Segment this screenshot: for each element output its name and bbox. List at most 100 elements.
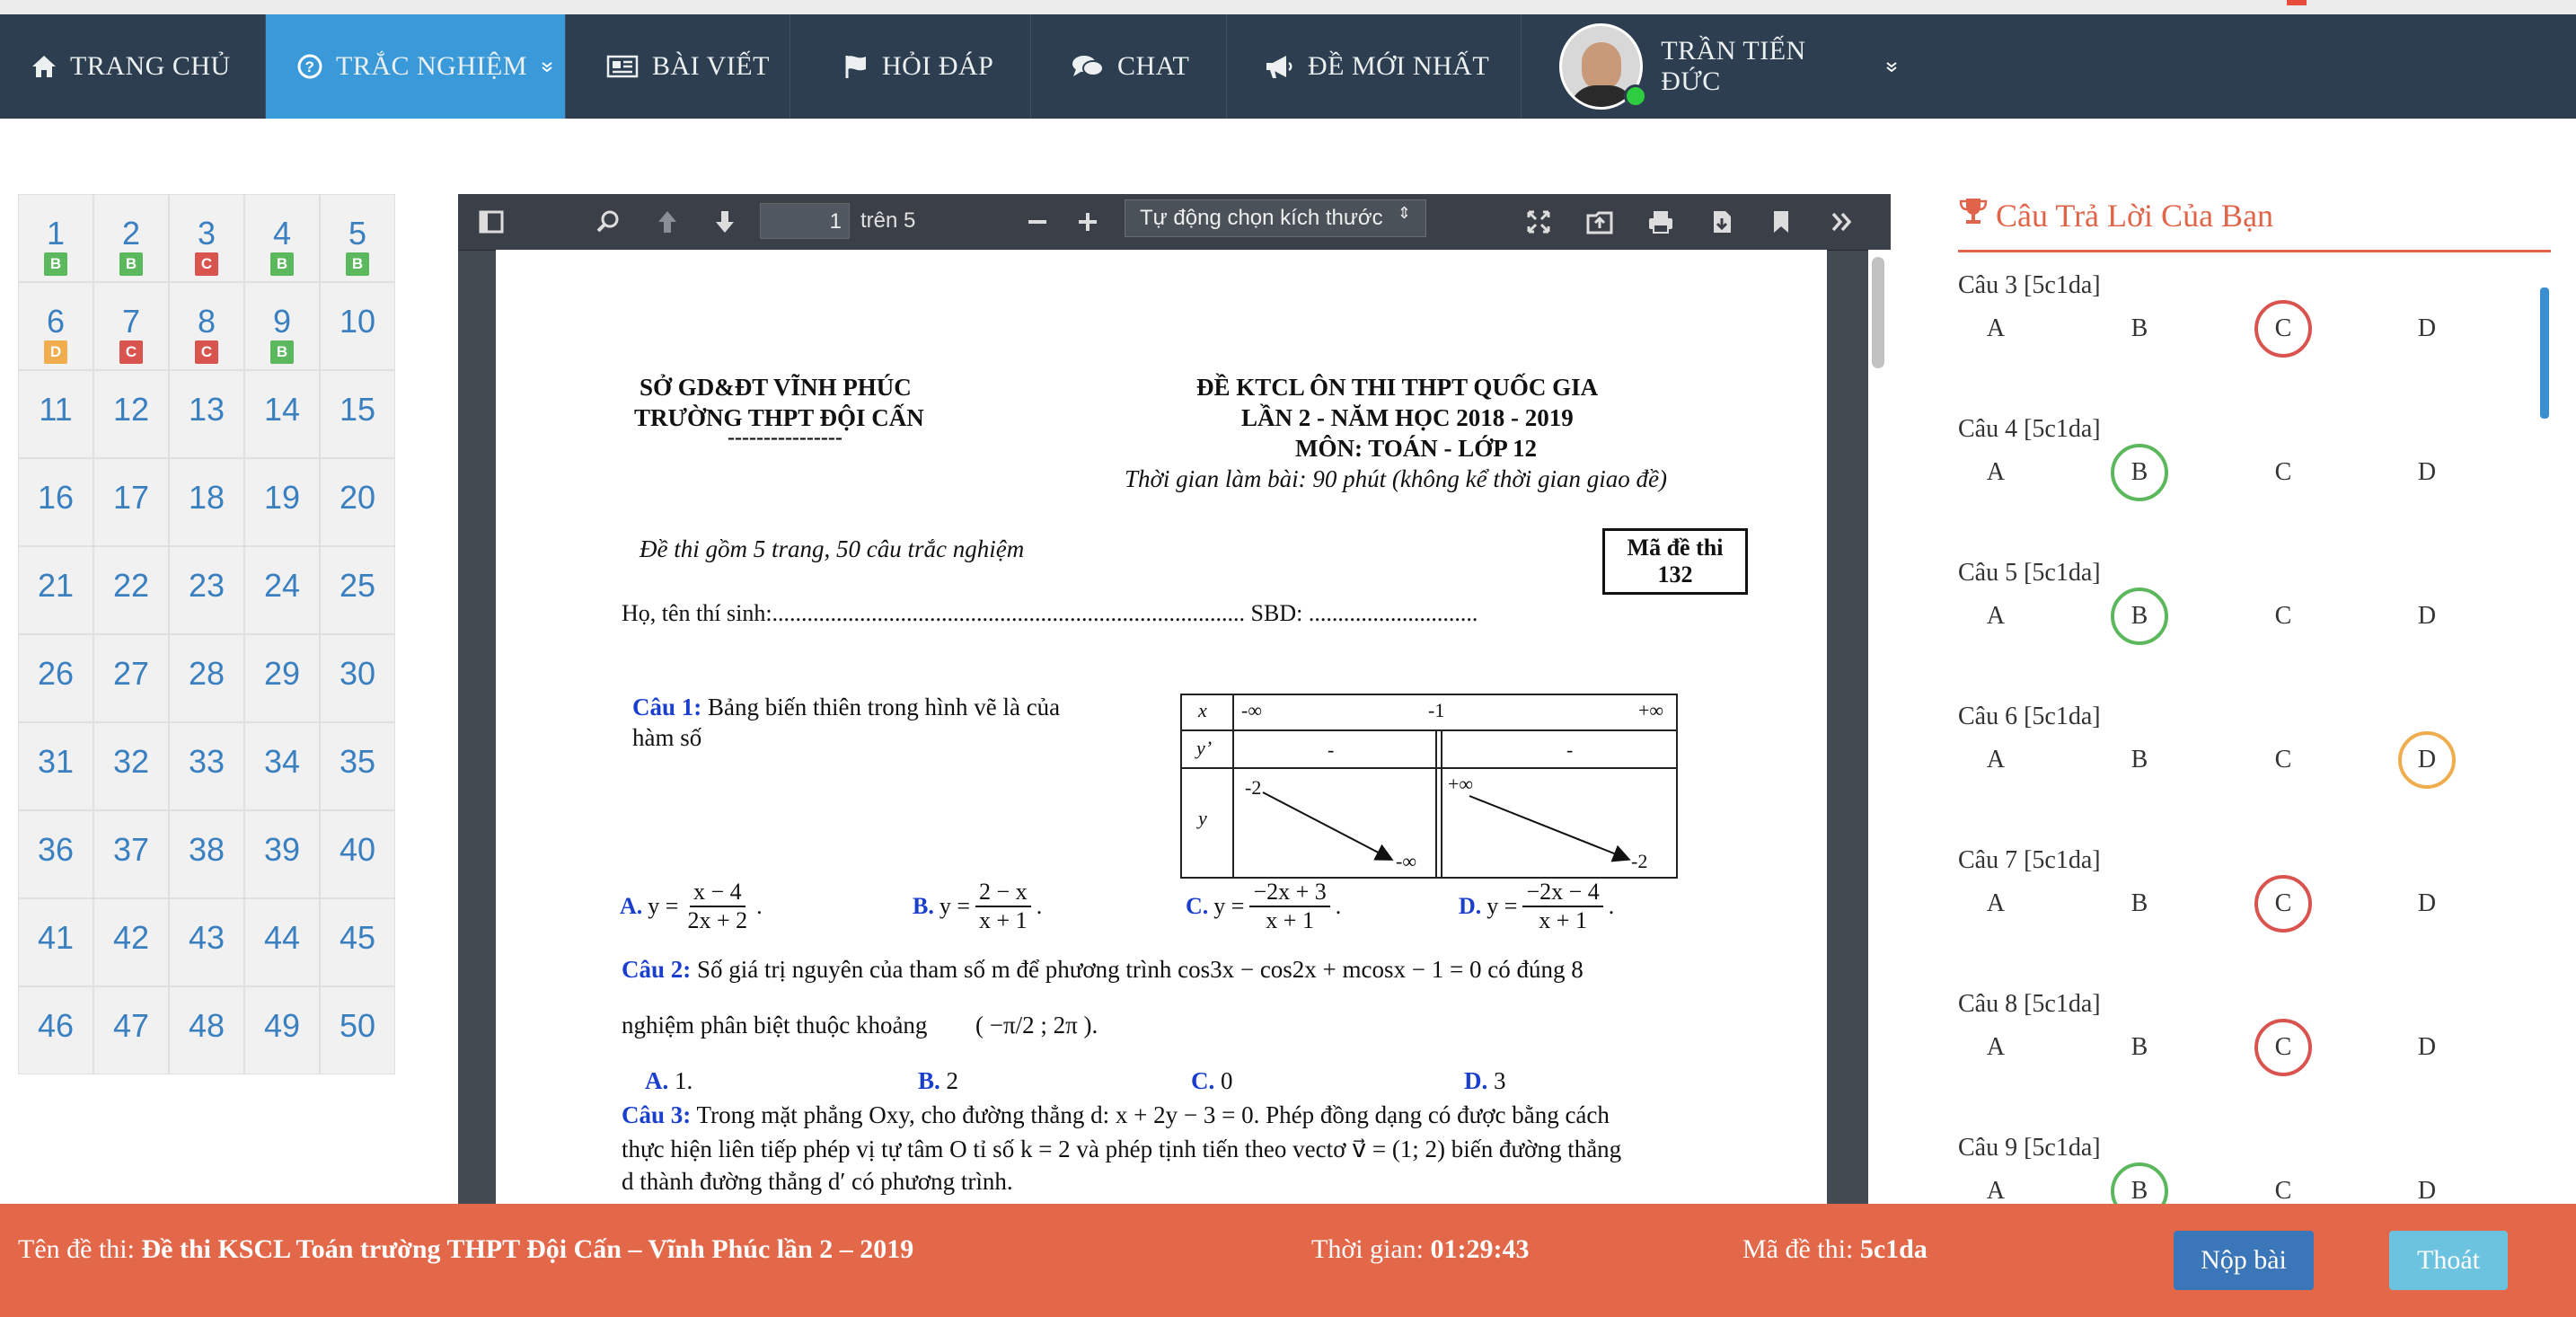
question-cell[interactable]: 11: [18, 370, 93, 458]
question-cell[interactable]: 36: [18, 810, 93, 898]
tools-toggle-icon[interactable]: [1827, 207, 1857, 237]
answer-option-a[interactable]: A: [1967, 875, 2025, 933]
question-cell[interactable]: 35: [320, 722, 395, 810]
answer-option-c[interactable]: C: [2254, 731, 2312, 789]
question-cell[interactable]: 12: [93, 370, 169, 458]
question-cell[interactable]: 10: [320, 282, 395, 370]
question-cell[interactable]: 4B: [244, 194, 320, 282]
question-cell[interactable]: 34: [244, 722, 320, 810]
nav-hoi-dap[interactable]: HỎI ĐÁP: [790, 14, 1031, 119]
answer-option-a[interactable]: A: [1967, 1162, 2025, 1204]
answer-option-a[interactable]: A: [1967, 731, 2025, 789]
question-cell[interactable]: 38: [169, 810, 244, 898]
question-cell[interactable]: 43: [169, 898, 244, 986]
answer-option-a[interactable]: A: [1967, 1019, 2025, 1076]
answer-option-d[interactable]: D: [2398, 1019, 2456, 1076]
answer-option-c[interactable]: C: [2254, 444, 2312, 501]
question-cell[interactable]: 44: [244, 898, 320, 986]
open-file-icon[interactable]: [1584, 207, 1615, 237]
question-cell[interactable]: 22: [93, 546, 169, 634]
question-cell[interactable]: 17: [93, 458, 169, 546]
answer-option-b[interactable]: B: [2111, 875, 2168, 933]
question-cell[interactable]: 37: [93, 810, 169, 898]
question-cell[interactable]: 25: [320, 546, 395, 634]
answer-option-c[interactable]: C: [2254, 588, 2312, 645]
question-cell[interactable]: 46: [18, 986, 93, 1074]
answer-option-c[interactable]: C: [2254, 1019, 2312, 1076]
question-cell[interactable]: 21: [18, 546, 93, 634]
question-cell[interactable]: 49: [244, 986, 320, 1074]
answer-option-b[interactable]: B: [2111, 731, 2168, 789]
question-cell[interactable]: 1B: [18, 194, 93, 282]
question-cell[interactable]: 29: [244, 634, 320, 722]
question-cell[interactable]: 23: [169, 546, 244, 634]
question-cell[interactable]: 33: [169, 722, 244, 810]
question-cell[interactable]: 7C: [93, 282, 169, 370]
question-cell[interactable]: 9B: [244, 282, 320, 370]
previous-page-icon[interactable]: [652, 207, 683, 237]
nav-chat[interactable]: CHAT: [1031, 14, 1227, 119]
search-icon[interactable]: [593, 207, 623, 237]
nav-bai-viet[interactable]: BÀI VIẾT: [566, 14, 790, 119]
question-cell[interactable]: 16: [18, 458, 93, 546]
question-cell[interactable]: 31: [18, 722, 93, 810]
nav-de-moi-nhat[interactable]: ĐỀ MỚI NHẤT: [1227, 14, 1522, 119]
question-cell[interactable]: 27: [93, 634, 169, 722]
question-cell[interactable]: 15: [320, 370, 395, 458]
answer-option-c[interactable]: C: [2254, 1162, 2312, 1204]
question-cell[interactable]: 6D: [18, 282, 93, 370]
presentation-mode-icon[interactable]: [1523, 207, 1554, 237]
answer-option-a[interactable]: A: [1967, 300, 2025, 358]
answer-option-d[interactable]: D: [2398, 444, 2456, 501]
pdf-scrollbar-track[interactable]: [1868, 250, 1891, 1204]
question-cell[interactable]: 50: [320, 986, 395, 1074]
question-cell[interactable]: 18: [169, 458, 244, 546]
question-cell[interactable]: 30: [320, 634, 395, 722]
question-cell[interactable]: 28: [169, 634, 244, 722]
question-cell[interactable]: 5B: [320, 194, 395, 282]
question-cell[interactable]: 45: [320, 898, 395, 986]
question-cell[interactable]: 3C: [169, 194, 244, 282]
download-icon[interactable]: [1707, 207, 1737, 237]
nav-home[interactable]: TRANG CHỦ: [0, 14, 266, 119]
question-cell[interactable]: 13: [169, 370, 244, 458]
answer-option-c[interactable]: C: [2254, 300, 2312, 358]
question-cell[interactable]: 14: [244, 370, 320, 458]
sidebar-toggle-icon[interactable]: [476, 207, 507, 237]
submit-button[interactable]: Nộp bài: [2174, 1231, 2314, 1290]
answer-option-b[interactable]: B: [2111, 300, 2168, 358]
question-cell[interactable]: 41: [18, 898, 93, 986]
question-cell[interactable]: 48: [169, 986, 244, 1074]
bookmark-icon[interactable]: [1766, 207, 1796, 237]
question-cell[interactable]: 40: [320, 810, 395, 898]
answer-option-d[interactable]: D: [2398, 588, 2456, 645]
question-cell[interactable]: 39: [244, 810, 320, 898]
page-number-input[interactable]: 1: [760, 203, 850, 239]
answer-option-b[interactable]: B: [2111, 444, 2168, 501]
answer-option-d[interactable]: D: [2398, 875, 2456, 933]
question-cell[interactable]: 8C: [169, 282, 244, 370]
print-icon[interactable]: [1645, 207, 1676, 237]
question-cell[interactable]: 24: [244, 546, 320, 634]
answer-option-a[interactable]: A: [1967, 588, 2025, 645]
question-cell[interactable]: 42: [93, 898, 169, 986]
user-menu[interactable]: TRẦN TIẾN ĐỨC: [1522, 14, 1899, 119]
question-cell[interactable]: 19: [244, 458, 320, 546]
answer-option-a[interactable]: A: [1967, 444, 2025, 501]
zoom-in-icon[interactable]: [1072, 207, 1103, 237]
question-cell[interactable]: 32: [93, 722, 169, 810]
answer-option-b[interactable]: B: [2111, 1162, 2168, 1204]
answer-option-d[interactable]: D: [2398, 300, 2456, 358]
answer-option-d[interactable]: D: [2398, 1162, 2456, 1204]
answer-option-b[interactable]: B: [2111, 588, 2168, 645]
question-cell[interactable]: 47: [93, 986, 169, 1074]
answer-option-c[interactable]: C: [2254, 875, 2312, 933]
question-cell[interactable]: 26: [18, 634, 93, 722]
zoom-out-icon[interactable]: [1022, 207, 1053, 237]
nav-trac-nghiem[interactable]: ? TRẮC NGHIỆM: [266, 14, 566, 119]
zoom-select[interactable]: Tự động chọn kích thước ⇕: [1125, 199, 1426, 237]
answer-option-d[interactable]: D: [2398, 731, 2456, 789]
answer-option-b[interactable]: B: [2111, 1019, 2168, 1076]
exit-button[interactable]: Thoát: [2389, 1231, 2508, 1290]
question-cell[interactable]: 2B: [93, 194, 169, 282]
